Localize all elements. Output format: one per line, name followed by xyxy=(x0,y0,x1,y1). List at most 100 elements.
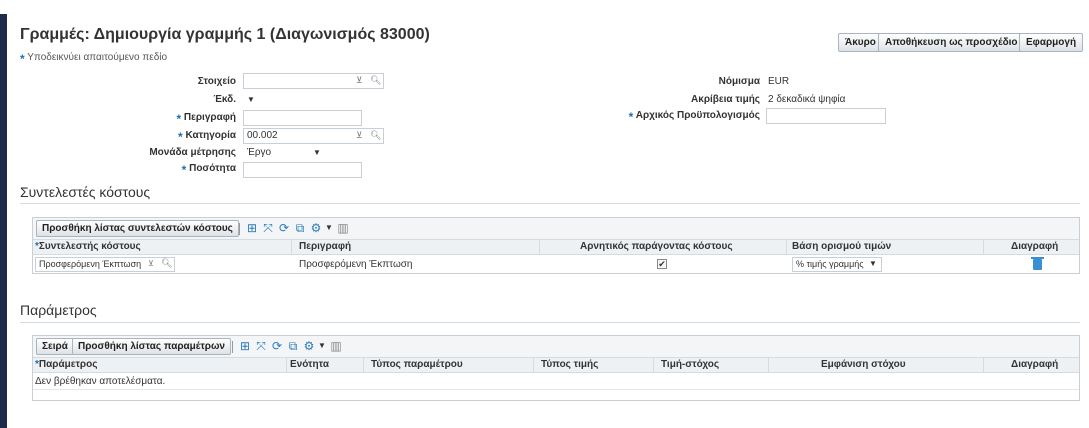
add-cost-factor-list-button[interactable]: Προσθήκη λίστας συντελεστών κόστους xyxy=(36,220,239,237)
pricing-basis-value: % τιμής γραμμής xyxy=(796,259,864,269)
detach-icon[interactable]: ⤧ xyxy=(261,221,275,235)
gear-icon[interactable]: ⚙ xyxy=(302,339,316,353)
item-input[interactable]: ⊻ 🔍︎ xyxy=(243,73,384,89)
column-header-delete[interactable]: Διαγραφή xyxy=(1011,241,1058,252)
add-parameter-list-button[interactable]: Προσθήκη λίστας παραμέτρων xyxy=(72,338,231,355)
column-divider xyxy=(768,358,769,373)
chevron-down-icon[interactable]: ▼ xyxy=(315,339,329,353)
currency-label: Νόμισμα xyxy=(718,76,760,87)
column-header-parameter-type[interactable]: Τύπος παραμέτρου xyxy=(371,359,463,370)
add-row-icon[interactable]: ⊞ xyxy=(238,339,252,353)
column-divider xyxy=(653,358,654,373)
freeze-columns-icon[interactable]: ▥ xyxy=(336,221,350,235)
column-divider xyxy=(291,240,292,255)
required-field-note: * Υποδεικνύει απαιτούμενο πεδίο xyxy=(20,52,167,66)
row-divider xyxy=(33,389,1079,390)
column-header-section[interactable]: Ενότητα xyxy=(290,359,329,370)
export-icon[interactable]: ⧉ xyxy=(286,339,300,353)
window-frame-top xyxy=(0,0,1089,14)
column-divider xyxy=(983,240,984,255)
column-header-negative-factor[interactable]: Αρνητικός παράγοντας κόστους xyxy=(580,241,733,252)
section-divider xyxy=(20,203,1080,204)
category-label-text: Κατηγορία xyxy=(185,130,237,141)
search-icon[interactable]: 🔍︎ xyxy=(161,258,172,269)
lov-icon[interactable]: ⊻ xyxy=(356,75,363,86)
toolbar-separator xyxy=(239,223,240,235)
price-precision-value: 2 δεκαδικά ψηφία xyxy=(768,94,846,105)
refresh-icon[interactable]: ⟳ xyxy=(270,339,284,353)
parameters-section-title: Παράμετρος xyxy=(20,302,97,318)
cost-factors-table: Προσθήκη λίστας συντελεστών κόστους ⊞ ⤧ … xyxy=(32,217,1080,274)
revision-select[interactable]: ▼ xyxy=(247,94,255,105)
freeze-columns-icon[interactable]: ▥ xyxy=(329,339,343,353)
trash-icon[interactable] xyxy=(1031,257,1044,270)
chevron-down-icon: ▼ xyxy=(313,148,321,157)
column-divider xyxy=(539,240,540,255)
parameters-table: Σειρά Προσθήκη λίστας παραμέτρων ⊞ ⤧ ⟳ ⧉… xyxy=(32,335,1080,401)
required-star-icon: * xyxy=(628,110,634,124)
description-cell: Προσφερόμενη Έκπτωση xyxy=(299,259,413,270)
add-row-icon[interactable]: ⊞ xyxy=(245,221,259,235)
table-row: Προσφερόμενη Έκπτωση ⊻ 🔍︎ Προσφερόμενη Έ… xyxy=(33,255,1079,274)
detach-icon[interactable]: ⤧ xyxy=(254,339,268,353)
quantity-label-text: Ποσότητα xyxy=(189,163,236,174)
currency-value: EUR xyxy=(768,76,790,87)
uom-value: Έργο xyxy=(247,147,272,158)
column-header-delete[interactable]: Διαγραφή xyxy=(1011,359,1058,370)
column-header-pricing-basis[interactable]: Βάση ορισμού τιμών xyxy=(792,241,891,252)
gear-icon[interactable]: ⚙ xyxy=(309,221,323,235)
category-input[interactable]: 00.002 ⊻ 🔍︎ xyxy=(243,128,384,144)
negative-factor-checkbox[interactable]: ✔ xyxy=(657,259,667,269)
column-header-cost-factor[interactable]: *Συντελεστής κόστους xyxy=(35,241,141,252)
save-draft-button[interactable]: Αποθήκευση ως προσχέδιο xyxy=(878,33,1025,52)
required-star-icon: * xyxy=(20,52,25,66)
cost-factors-section-title: Συντελεστές κόστους xyxy=(20,184,151,200)
category-value: 00.002 xyxy=(247,130,278,141)
search-icon[interactable]: 🔍︎ xyxy=(370,130,381,141)
cost-factors-header-row: *Συντελεστής κόστους Περιγραφή Αρνητικός… xyxy=(33,240,1079,255)
initial-budget-input[interactable] xyxy=(766,108,886,124)
uom-label: Μονάδα μέτρησης xyxy=(149,147,236,158)
column-divider xyxy=(363,358,364,373)
column-header-description[interactable]: Περιγραφή xyxy=(299,241,351,252)
uom-select[interactable]: Έργο ▼ xyxy=(247,147,327,158)
chevron-down-icon[interactable]: ▼ xyxy=(322,221,336,235)
description-label: * Περιγραφή xyxy=(110,112,236,126)
empty-results-text: Δεν βρέθηκαν αποτελέσματα. xyxy=(35,376,166,387)
column-header-parameter[interactable]: *Παράμετρος xyxy=(35,359,97,370)
required-star-icon: * xyxy=(176,112,182,126)
export-icon[interactable]: ⧉ xyxy=(293,221,307,235)
column-header-value-type[interactable]: Τύπος τιμής xyxy=(541,359,598,370)
quantity-label: * Ποσότητα xyxy=(110,163,236,177)
search-icon[interactable]: 🔍︎ xyxy=(370,75,381,86)
column-divider xyxy=(286,358,287,373)
apply-button[interactable]: Εφαρμογή xyxy=(1019,33,1084,52)
initial-budget-label-text: Αρχικός Προϋπολογισμός xyxy=(635,110,760,121)
required-note-text: Υποδεικνύει απαιτούμενο πεδίο xyxy=(27,52,168,63)
chevron-down-icon: ▼ xyxy=(247,95,255,104)
item-label: Στοιχείο xyxy=(197,76,236,87)
window-frame-left xyxy=(0,0,7,428)
refresh-icon[interactable]: ⟳ xyxy=(277,221,291,235)
initial-budget-label: * Αρχικός Προϋπολογισμός xyxy=(600,110,760,124)
parameters-header-row: *Παράμετρος Ενότητα Τύπος παραμέτρου Τύπ… xyxy=(33,358,1079,373)
pricing-basis-select[interactable]: % τιμής γραμμής ▼ xyxy=(792,257,882,272)
description-label-text: Περιγραφή xyxy=(183,112,236,123)
cost-factors-toolbar: Προσθήκη λίστας συντελεστών κόστους ⊞ ⤧ … xyxy=(33,218,1079,240)
quantity-input[interactable] xyxy=(243,162,362,178)
cancel-button[interactable]: Άκυρο xyxy=(838,33,883,52)
required-star-icon: * xyxy=(181,163,187,177)
description-input[interactable] xyxy=(243,110,362,126)
lov-icon[interactable]: ⊻ xyxy=(356,130,363,141)
cost-factor-value: Προσφερόμενη Έκπτωση xyxy=(39,259,142,269)
page-title: Γραμμές: Δημιουργία γραμμής 1 (Διαγωνισμ… xyxy=(20,26,430,43)
column-header-display-target[interactable]: Εμφάνιση στόχου xyxy=(821,359,906,370)
column-header-target-value[interactable]: Τιμή-στόχος xyxy=(661,359,719,370)
chevron-down-icon: ▼ xyxy=(869,259,877,268)
lov-icon[interactable]: ⊻ xyxy=(148,259,154,268)
column-divider xyxy=(533,358,534,373)
sequence-button[interactable]: Σειρά xyxy=(36,338,74,355)
column-divider xyxy=(786,240,787,255)
column-divider xyxy=(983,358,984,373)
cost-factor-input[interactable]: Προσφερόμενη Έκπτωση ⊻ 🔍︎ xyxy=(35,257,175,272)
